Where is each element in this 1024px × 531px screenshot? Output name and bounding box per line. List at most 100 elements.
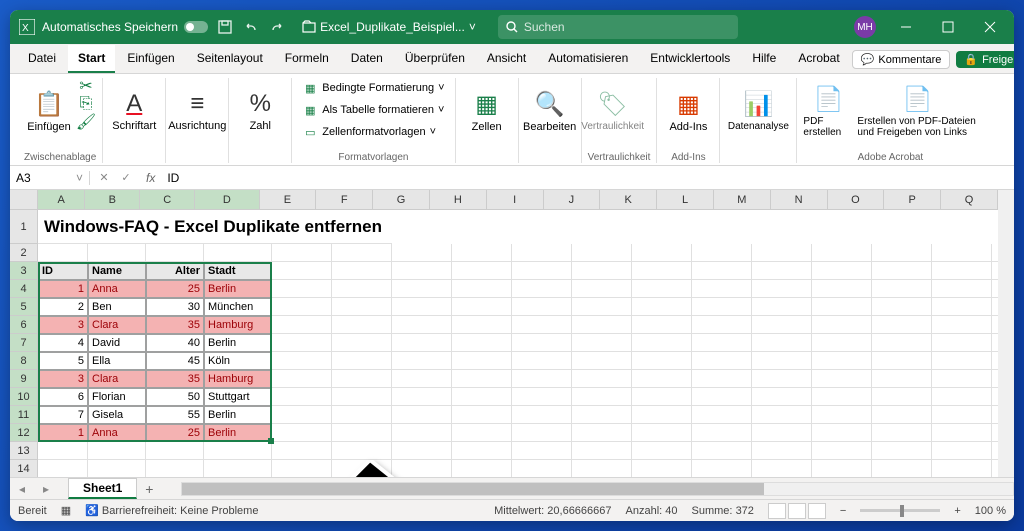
cell-K9[interactable] xyxy=(632,370,692,388)
cell-D7[interactable]: Berlin xyxy=(204,334,272,352)
cell-C11[interactable]: 55 xyxy=(146,406,204,424)
cell-A3[interactable]: ID xyxy=(38,262,88,280)
cell-J8[interactable] xyxy=(572,352,632,370)
cell-K7[interactable] xyxy=(632,334,692,352)
col-header-N[interactable]: N xyxy=(771,190,828,210)
cell-K8[interactable] xyxy=(632,352,692,370)
cell-B6[interactable]: Clara xyxy=(88,316,146,334)
sensitivity-button[interactable]: 🏷Vertraulichkeit xyxy=(588,78,638,144)
cell-I12[interactable] xyxy=(512,424,572,442)
zoom-out-button[interactable]: − xyxy=(840,505,846,517)
row-header-1[interactable]: 1 xyxy=(10,210,38,244)
row-header-4[interactable]: 4 xyxy=(10,280,38,298)
cell-D2[interactable] xyxy=(204,244,272,262)
font-group-button[interactable]: A Schriftart xyxy=(109,78,159,144)
cell-P5[interactable] xyxy=(932,298,992,316)
cell-F2[interactable] xyxy=(332,244,392,262)
cell-M6[interactable] xyxy=(752,316,812,334)
cell-C4[interactable]: 25 xyxy=(146,280,204,298)
cell-B10[interactable]: Florian xyxy=(88,388,146,406)
cell-F6[interactable] xyxy=(332,316,392,334)
tab-pagelayout[interactable]: Seitenlayout xyxy=(187,45,273,73)
cell-I3[interactable] xyxy=(512,262,572,280)
number-format-button[interactable]: % Zahl xyxy=(235,78,285,144)
cell-E4[interactable] xyxy=(272,280,332,298)
name-box[interactable]: A3˅ xyxy=(10,171,90,185)
cell-L7[interactable] xyxy=(692,334,752,352)
addins-button[interactable]: ▦Add-Ins xyxy=(663,78,713,144)
cell-styles-button[interactable]: ▭Zellenformatvorlagen ˅ xyxy=(298,122,448,142)
cell-D14[interactable] xyxy=(204,460,272,477)
cell-N10[interactable] xyxy=(812,388,872,406)
conditional-formatting-button[interactable]: ▦Bedingte Formatierung ˅ xyxy=(298,78,448,98)
cell-M7[interactable] xyxy=(752,334,812,352)
cell-M14[interactable] xyxy=(752,460,812,477)
col-header-P[interactable]: P xyxy=(884,190,941,210)
cell-P10[interactable] xyxy=(932,388,992,406)
tab-file[interactable]: Datei xyxy=(18,45,66,73)
close-button[interactable] xyxy=(970,10,1010,44)
cell-O7[interactable] xyxy=(872,334,932,352)
col-header-K[interactable]: K xyxy=(600,190,657,210)
horizontal-scrollbar[interactable] xyxy=(181,482,1014,496)
cell-G13[interactable] xyxy=(392,442,452,460)
cell-L5[interactable] xyxy=(692,298,752,316)
cell-K14[interactable] xyxy=(632,460,692,477)
cell-O14[interactable] xyxy=(872,460,932,477)
cell-K11[interactable] xyxy=(632,406,692,424)
cell-H10[interactable] xyxy=(452,388,512,406)
cell-C12[interactable]: 25 xyxy=(146,424,204,442)
cell-J2[interactable] xyxy=(572,244,632,262)
format-painter-icon[interactable]: 🖌 xyxy=(78,114,94,130)
cell-M4[interactable] xyxy=(752,280,812,298)
cell-F8[interactable] xyxy=(332,352,392,370)
editing-button[interactable]: 🔍Bearbeiten xyxy=(525,78,575,144)
col-header-C[interactable]: C xyxy=(140,190,195,210)
cell-J9[interactable] xyxy=(572,370,632,388)
col-header-I[interactable]: I xyxy=(487,190,544,210)
cell-B8[interactable]: Ella xyxy=(88,352,146,370)
cell-C14[interactable] xyxy=(146,460,204,477)
cell-M2[interactable] xyxy=(752,244,812,262)
cell-D5[interactable]: München xyxy=(204,298,272,316)
view-normal-button[interactable] xyxy=(768,503,786,519)
cancel-formula-icon[interactable]: ✕ xyxy=(94,168,114,188)
cell-L12[interactable] xyxy=(692,424,752,442)
row-header-5[interactable]: 5 xyxy=(10,298,38,316)
cell-M9[interactable] xyxy=(752,370,812,388)
tab-developer[interactable]: Entwicklertools xyxy=(640,45,740,73)
col-header-H[interactable]: H xyxy=(430,190,487,210)
cell-F12[interactable] xyxy=(332,424,392,442)
cell-G4[interactable] xyxy=(392,280,452,298)
tab-review[interactable]: Überprüfen xyxy=(395,45,475,73)
row-header-14[interactable]: 14 xyxy=(10,460,38,477)
alignment-button[interactable]: ≡ Ausrichtung xyxy=(172,78,222,144)
cell-E10[interactable] xyxy=(272,388,332,406)
cell-C2[interactable] xyxy=(146,244,204,262)
spreadsheet-area[interactable]: ABCDEFGHIJKLMNOPQ 1234567891011121314 ID… xyxy=(10,190,1014,477)
cell-F7[interactable] xyxy=(332,334,392,352)
share-button[interactable]: 🔒 Freigeben ˅ xyxy=(956,51,1014,68)
cell-N8[interactable] xyxy=(812,352,872,370)
add-sheet-button[interactable]: + xyxy=(137,478,161,500)
cell-O5[interactable] xyxy=(872,298,932,316)
cell-G2[interactable] xyxy=(392,244,452,262)
cell-N3[interactable] xyxy=(812,262,872,280)
cell-P8[interactable] xyxy=(932,352,992,370)
cell-A12[interactable]: 1 xyxy=(38,424,88,442)
cell-G9[interactable] xyxy=(392,370,452,388)
row-header-7[interactable]: 7 xyxy=(10,334,38,352)
cell-J5[interactable] xyxy=(572,298,632,316)
cell-I7[interactable] xyxy=(512,334,572,352)
cell-F3[interactable] xyxy=(332,262,392,280)
cell-H7[interactable] xyxy=(452,334,512,352)
cell-O9[interactable] xyxy=(872,370,932,388)
sheet-tab-sheet1[interactable]: Sheet1 xyxy=(68,478,137,499)
status-accessibility[interactable]: ♿ Barrierefreiheit: Keine Probleme xyxy=(85,504,258,517)
cell-E6[interactable] xyxy=(272,316,332,334)
cell-H3[interactable] xyxy=(452,262,512,280)
cell-L8[interactable] xyxy=(692,352,752,370)
user-avatar[interactable]: MH xyxy=(854,16,876,38)
cell-E3[interactable] xyxy=(272,262,332,280)
pdf-create-button[interactable]: 📄PDF erstellen xyxy=(803,78,853,144)
